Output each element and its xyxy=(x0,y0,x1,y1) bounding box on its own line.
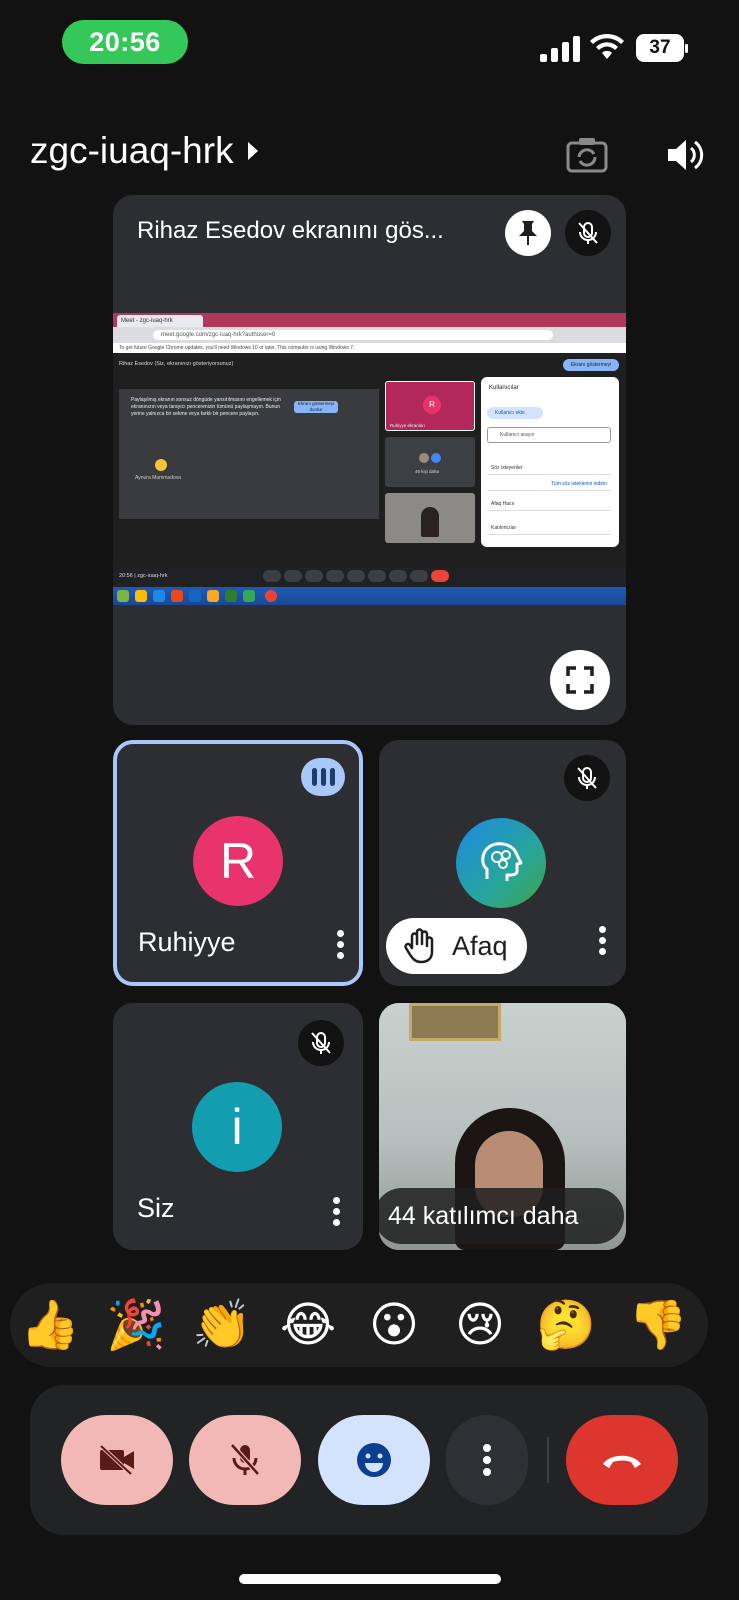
home-indicator[interactable] xyxy=(239,1574,501,1584)
shared-content-preview: Paylaşılmış ekranın sonsuz döngüde yansı… xyxy=(119,389,379,519)
mini-tile: 46 kişi daha xyxy=(385,437,475,487)
meeting-code: zgc-iuaq-hrk xyxy=(30,130,234,171)
more-participants-tile[interactable]: 44 katılımcı daha xyxy=(379,1003,626,1250)
emoji-icon xyxy=(155,459,167,471)
chevron-right-icon xyxy=(247,142,258,160)
hand-raised-badge[interactable]: Afaq xyxy=(386,918,527,974)
avatar: i xyxy=(192,1082,282,1172)
chrome-info-bar: To get future Google Chrome updates, you… xyxy=(113,343,626,353)
surprised-reaction[interactable]: 😮 xyxy=(362,1293,426,1357)
speaker-icon[interactable] xyxy=(666,137,706,173)
thinking-reaction[interactable]: 🤔 xyxy=(534,1293,598,1357)
signal-icon xyxy=(540,36,580,62)
clap-reaction[interactable]: 👏 xyxy=(190,1293,254,1357)
clock: 20:56 xyxy=(62,20,188,64)
participant-tile-afaq[interactable]: Afaq xyxy=(379,740,626,986)
battery-level: 37 xyxy=(636,34,684,62)
brain-icon xyxy=(481,842,523,881)
status-bar: 20:56 37 xyxy=(0,0,739,90)
people-panel: Kullanıcılar Kullanıcı ekle Kullanıcı ar… xyxy=(481,377,619,547)
mic-off-icon xyxy=(578,222,598,244)
presenter-muted-indicator xyxy=(565,210,611,256)
camera-toggle-button[interactable] xyxy=(61,1415,173,1505)
switch-camera-icon[interactable] xyxy=(566,137,608,173)
mic-off-icon xyxy=(230,1443,260,1476)
thumbs-up-reaction[interactable]: 👍 xyxy=(18,1293,82,1357)
presentation-title: Rihaz Esedov ekranını gös... xyxy=(137,217,444,244)
more-vert-icon xyxy=(483,1444,491,1476)
mini-video-tile xyxy=(385,493,475,543)
call-controls xyxy=(30,1385,708,1535)
reactions-button[interactable] xyxy=(318,1415,430,1505)
mini-tile: R Ruhiyye ekranları xyxy=(385,381,475,431)
fullscreen-button[interactable] xyxy=(550,650,610,710)
more-options-icon[interactable] xyxy=(331,1197,341,1227)
address-bar: meet.google.com/zgc-iuaq-hrk?authuser=0 xyxy=(153,330,553,340)
participant-name: Siz xyxy=(137,1193,175,1223)
speaking-indicator-icon xyxy=(301,758,345,796)
participant-tile-self[interactable]: i Siz xyxy=(113,1003,363,1250)
camera-off-icon xyxy=(99,1444,134,1476)
windows-taskbar xyxy=(113,587,626,605)
reaction-bar: 👍 🎉 👏 😂 😮 😢 🤔 👎 xyxy=(10,1283,708,1367)
more-participants-label: 44 katılımcı daha xyxy=(379,1188,624,1244)
pin-icon xyxy=(519,221,537,245)
muted-indicator xyxy=(564,755,610,801)
shared-screen: Meet - zgc-iuaq-hrk meet.google.com/zgc-… xyxy=(113,313,626,605)
browser-tab: Meet - zgc-iuaq-hrk xyxy=(117,315,203,327)
shared-meet-toolbar: 20:56 | zgc-iuaq-hrk xyxy=(113,567,626,587)
wifi-icon xyxy=(590,33,624,59)
sad-reaction[interactable]: 😢 xyxy=(448,1293,512,1357)
smile-icon xyxy=(357,1443,391,1477)
avatar xyxy=(456,818,546,908)
participant-name: Ruhiyye xyxy=(138,927,236,957)
mic-off-icon xyxy=(311,1032,331,1054)
more-options-icon[interactable] xyxy=(597,926,607,956)
mic-toggle-button[interactable] xyxy=(189,1415,301,1505)
mic-off-icon xyxy=(577,767,597,789)
muted-indicator xyxy=(298,1020,344,1066)
presentation-tile[interactable]: Rihaz Esedov ekranını gös... Meet - zgc-… xyxy=(113,195,626,725)
shared-meet-window: Rihaz Esedov (Siz, ekranınızı gösteriyor… xyxy=(113,357,626,567)
laugh-reaction[interactable]: 😂 xyxy=(276,1293,340,1357)
participant-name: Afaq xyxy=(452,930,508,961)
more-options-button[interactable] xyxy=(446,1415,528,1505)
divider xyxy=(547,1437,549,1483)
battery-icon: 37 xyxy=(636,34,688,62)
meeting-code-button[interactable]: zgc-iuaq-hrk xyxy=(30,130,262,172)
avatar: R xyxy=(193,816,283,906)
thumbs-down-reaction[interactable]: 👎 xyxy=(626,1293,690,1357)
more-options-icon[interactable] xyxy=(335,930,345,960)
participant-tile-ruhiyye[interactable]: R Ruhiyye xyxy=(113,740,363,986)
call-end-icon xyxy=(603,1455,641,1468)
pin-button[interactable] xyxy=(505,210,551,256)
fullscreen-icon xyxy=(566,666,594,694)
end-call-button[interactable] xyxy=(566,1415,678,1505)
party-reaction[interactable]: 🎉 xyxy=(104,1293,168,1357)
raised-hand-icon xyxy=(404,928,434,964)
